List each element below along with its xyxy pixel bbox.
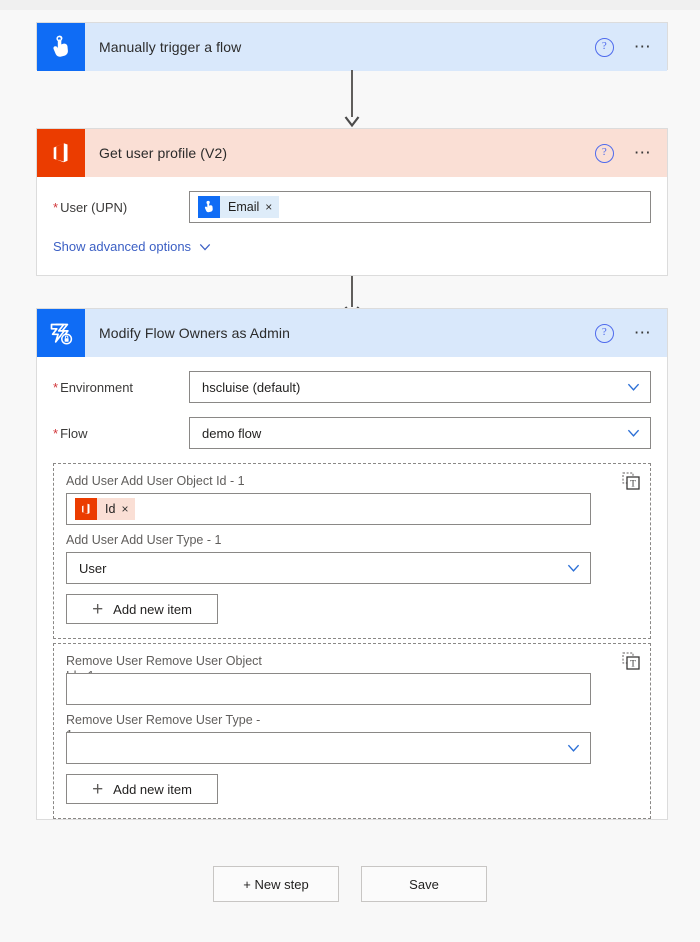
environment-value: hscluise (default) [202,379,301,395]
add-user-object-id-input[interactable]: Id × [66,493,591,525]
environment-row: * Environment hscluise (default) [37,371,667,403]
get-user-profile-card-header[interactable]: Get user profile (V2) ? ⋯ [37,129,667,177]
help-icon[interactable]: ? [594,143,614,163]
environment-label: * Environment [53,379,134,395]
get-user-profile-card[interactable]: Get user profile (V2) ? ⋯ * User (UPN) E… [36,128,668,276]
get-user-profile-card-body: * User (UPN) Email × Show advanced optio… [37,191,667,266]
ellipsis-icon[interactable]: ⋯ [634,38,653,55]
help-icon[interactable]: ? [594,323,614,343]
power-automate-admin-icon [37,309,85,357]
remove-user-object-id-field: Remove User Remove User Object Id - 1 [66,654,638,705]
add-new-item-label: Add new item [113,601,192,617]
plus-icon: + [92,778,104,800]
office-365-icon [37,129,85,177]
show-advanced-options-link[interactable]: Show advanced options [53,239,211,254]
required-asterisk: * [53,425,59,441]
trigger-card-header[interactable]: Manually trigger a flow ? ⋯ [37,23,667,71]
remove-user-group: T Remove User Remove User Object Id - 1 … [53,643,651,819]
token-label: Email [228,200,260,214]
chevron-down-icon[interactable] [567,562,580,575]
user-upn-input[interactable]: Email × [189,191,651,223]
new-step-button[interactable]: + New step [213,866,339,902]
user-upn-row: * User (UPN) Email × [37,191,667,223]
office-365-icon [75,498,97,520]
tap-hand-icon [198,196,220,218]
add-user-object-id-field: Add User Add User Object Id - 1 Id × [66,474,638,525]
tap-hand-icon [37,23,85,71]
top-strip [0,0,700,10]
plus-icon: + [92,598,104,620]
trigger-card[interactable]: Manually trigger a flow ? ⋯ [36,22,668,71]
remove-user-type-field: Remove User Remove User Type - 1 [66,713,638,764]
add-user-type-dropdown[interactable]: User [66,552,591,584]
flow-row: * Flow demo flow [37,417,667,449]
connector-arrow-1 [344,70,360,128]
footer-actions: + New step Save [0,866,700,902]
modify-flow-owners-card-header[interactable]: Modify Flow Owners as Admin ? ⋯ [37,309,667,357]
token-label: Id [105,502,116,516]
add-user-type-field: Add User Add User Type - 1 User [66,533,638,584]
close-icon[interactable]: × [265,200,279,214]
modify-flow-owners-card-body: * Environment hscluise (default) * Flow de… [37,371,667,829]
add-new-item-button-remove-user[interactable]: + Add new item [66,774,218,804]
chevron-down-icon[interactable] [567,742,580,755]
chevron-down-icon[interactable] [627,381,640,394]
save-button[interactable]: Save [361,866,487,902]
ellipsis-icon[interactable]: ⋯ [634,324,653,341]
environment-dropdown[interactable]: hscluise (default) [189,371,651,403]
user-upn-label: * User (UPN) [53,199,128,215]
add-user-type-value: User [79,560,107,576]
token-id[interactable]: Id × [75,498,136,520]
chevron-down-icon [199,243,211,250]
chevron-down-icon[interactable] [627,427,640,440]
flow-value: demo flow [202,425,262,441]
close-icon[interactable]: × [121,502,135,516]
trigger-card-title: Manually trigger a flow [99,39,242,55]
flow-designer-canvas: Manually trigger a flow ? ⋯ Get user pro… [0,10,700,942]
remove-user-type-dropdown[interactable] [66,732,591,764]
add-new-item-label: Add new item [113,781,192,797]
flow-dropdown[interactable]: demo flow [189,417,651,449]
flow-label: * Flow [53,425,88,441]
modify-flow-owners-card[interactable]: Modify Flow Owners as Admin ? ⋯ * Environ… [36,308,668,820]
required-asterisk: * [53,199,59,215]
required-asterisk: * [53,379,59,395]
help-icon[interactable]: ? [594,37,614,57]
add-new-item-button-add-user[interactable]: + Add new item [66,594,218,624]
token-email[interactable]: Email × [198,196,280,218]
remove-user-object-id-input[interactable] [66,673,591,705]
show-advanced-options-label: Show advanced options [53,239,192,254]
ellipsis-icon[interactable]: ⋯ [634,144,653,161]
modify-flow-owners-card-title: Modify Flow Owners as Admin [99,325,290,341]
get-user-profile-card-title: Get user profile (V2) [99,145,228,161]
add-user-group: T Add User Add User Object Id - 1 Id × A… [53,463,651,639]
